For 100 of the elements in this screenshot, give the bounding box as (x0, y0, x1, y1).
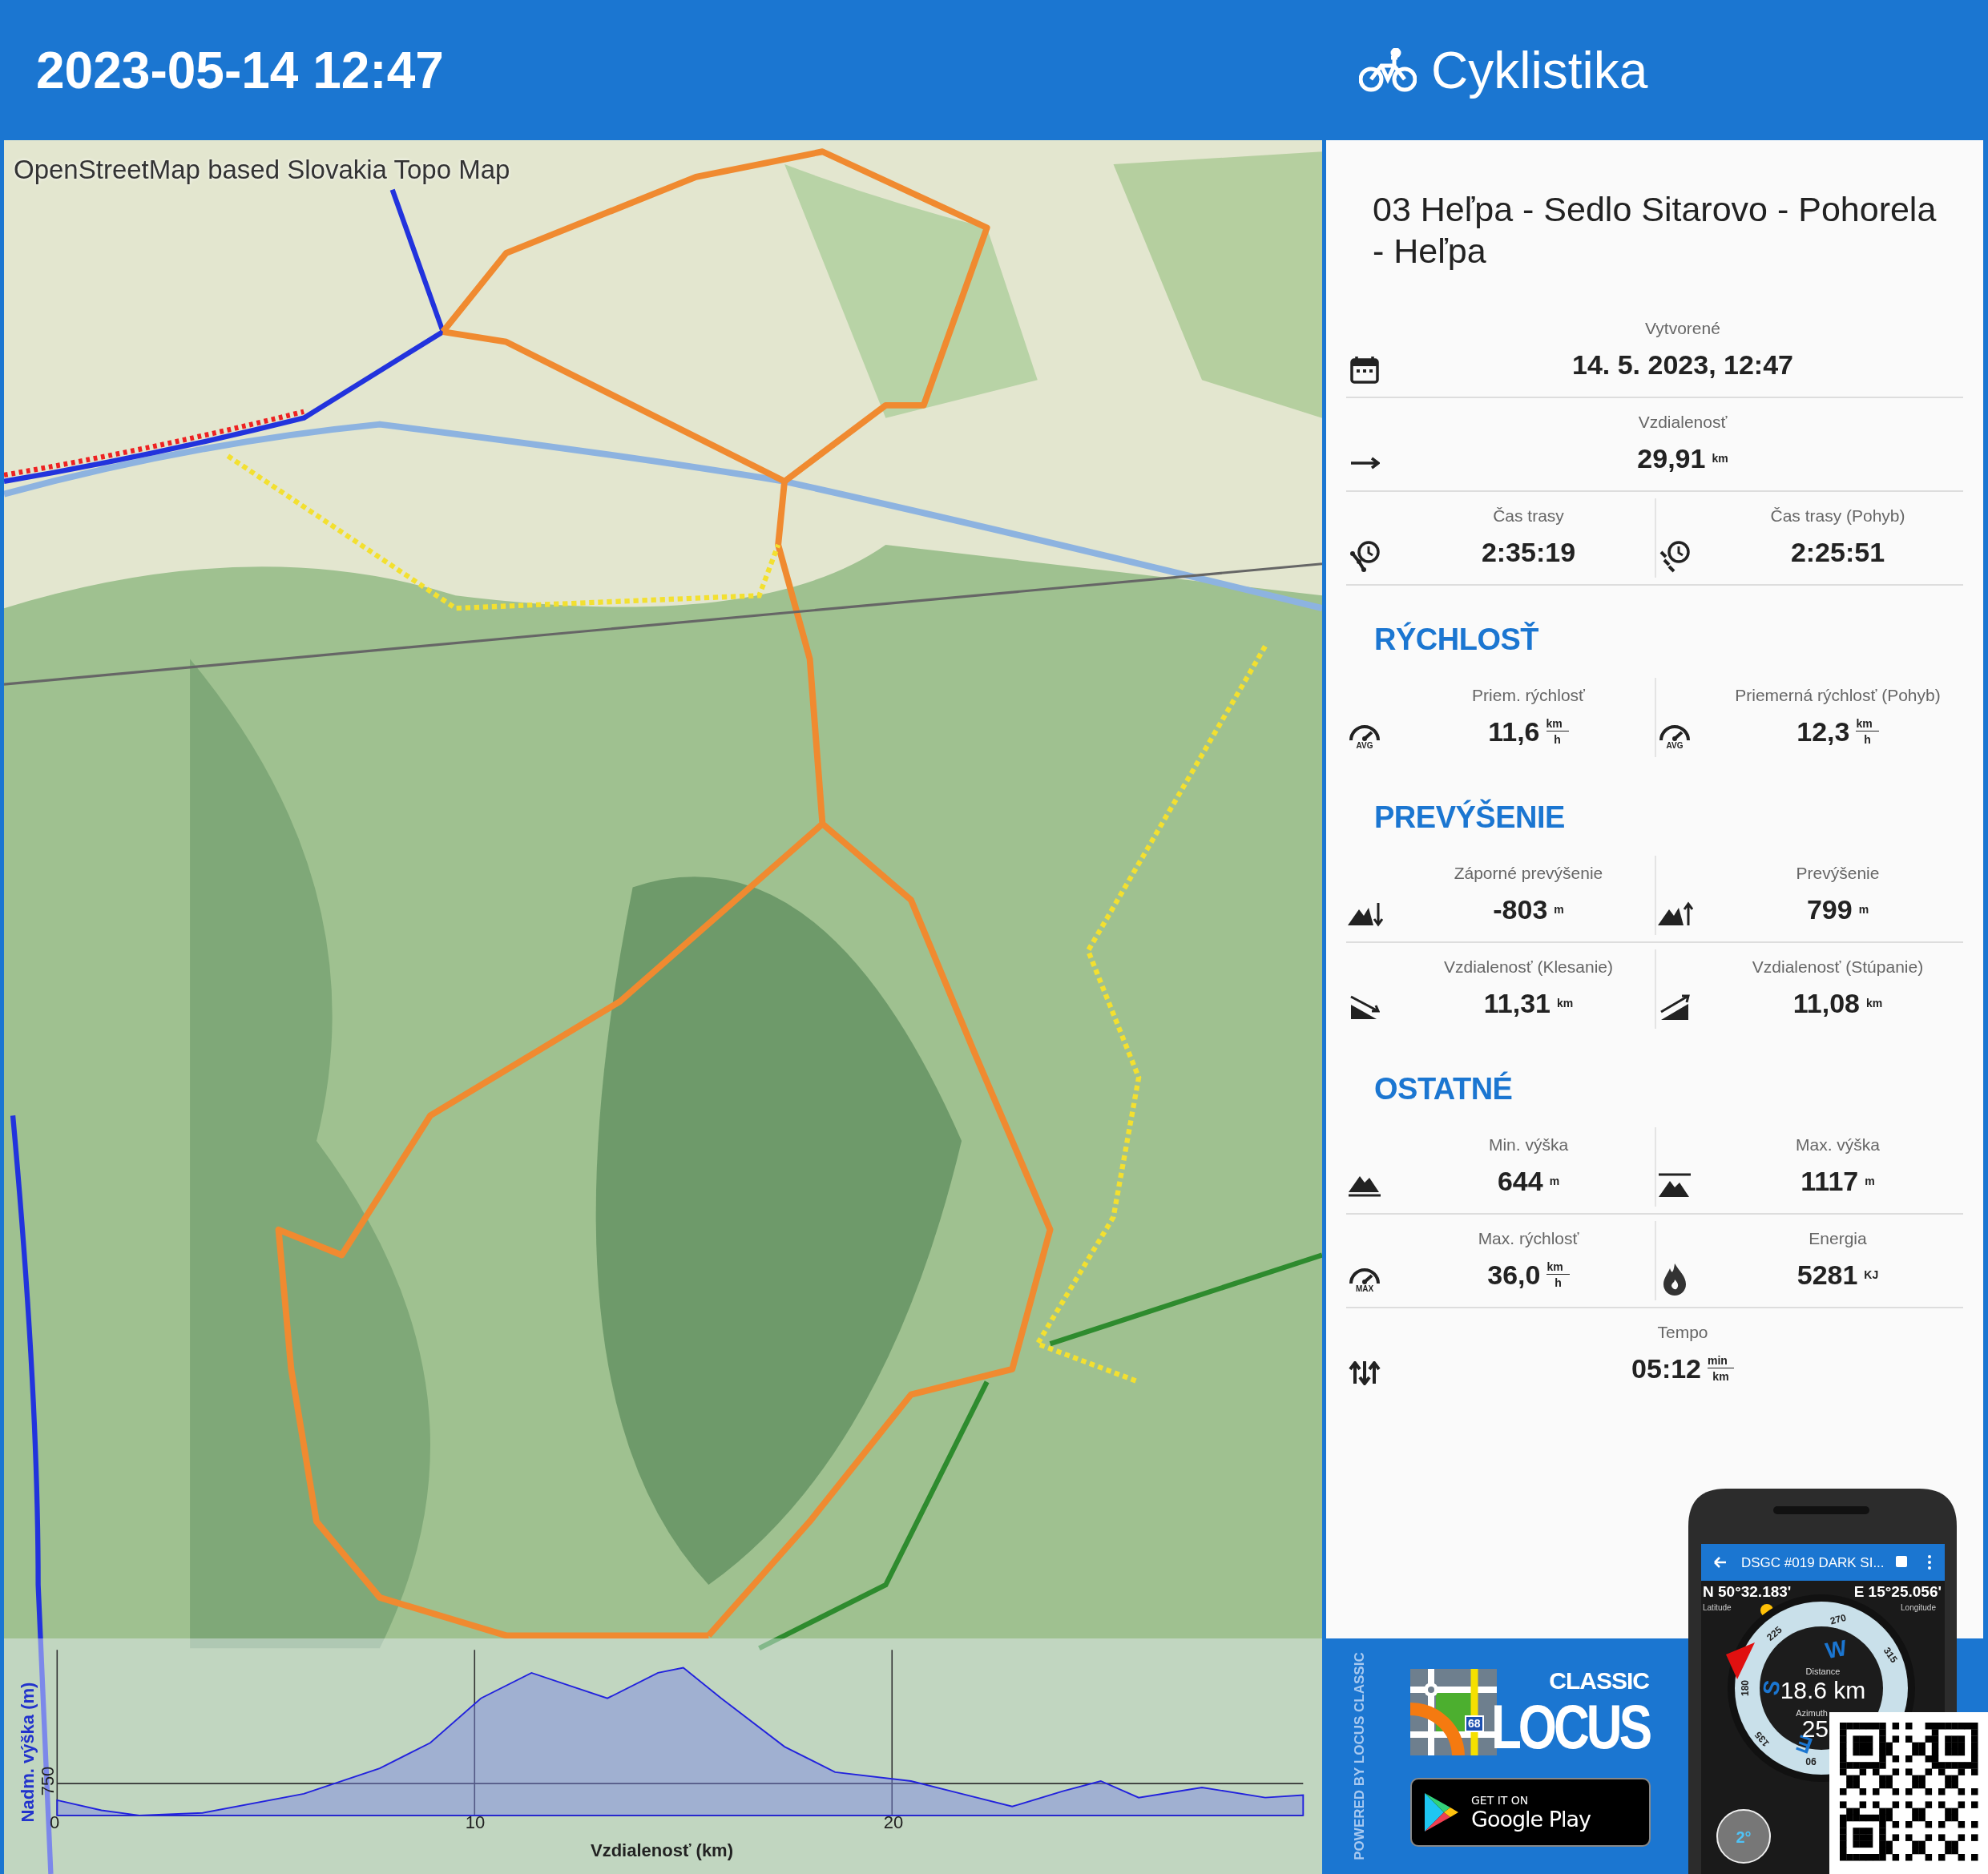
mountains-icon (1347, 1175, 1382, 1198)
stat-label: Priemerná rýchlosť (Pohyb) (1734, 684, 1942, 706)
header-datetime: 2023-05-14 12:47 (36, 40, 445, 100)
unit-numerator: km (1546, 1260, 1570, 1276)
powered-by-label: POWERED BY LOCUS CLASSIC (1352, 1652, 1368, 1860)
elevation-tick-label: 750 (38, 1766, 58, 1796)
stat-value: 12,3 (1796, 715, 1850, 748)
azimuth-label: Azimuth (1796, 1708, 1828, 1718)
track-title: 03 Heľpa - Sedlo Sitarovo - Pohorela - Heľpa (1372, 189, 1938, 272)
stat-label: Min. výška (1487, 1134, 1570, 1155)
stat-label: Záporné prevýšenie (1453, 862, 1604, 884)
activity-title: Cyklistika (1431, 40, 1648, 100)
compass-degree: 270 (1829, 1611, 1848, 1627)
stat-value: 2:35:19 (1481, 536, 1576, 568)
stat-label: Energia (1808, 1227, 1868, 1249)
stat-value: 11,6 (1488, 715, 1540, 748)
section-heading: OSTATNÉ (1373, 1070, 1514, 1107)
bicycle-icon (1359, 47, 1417, 93)
slope-down-icon (1349, 995, 1380, 1022)
latitude-label: Latitude (1703, 1603, 1732, 1612)
distance-tick-label: 10 (465, 1812, 486, 1833)
stat-unit: km (1557, 997, 1574, 1010)
stat-label: Priem. rýchlosť (1471, 684, 1586, 706)
calendar-icon (1350, 355, 1379, 385)
stat-value: 799 (1806, 893, 1853, 925)
compass-degree: 315 (1881, 1645, 1900, 1665)
stat-value: 05:12 (1631, 1352, 1702, 1384)
stat-value: 5281 (1796, 1259, 1858, 1291)
longitude-value: E 15°25.056' (1853, 1583, 1942, 1600)
unit-denominator: km (1712, 1370, 1729, 1384)
mountain-up-icon (1656, 901, 1693, 928)
flame-icon (1662, 1262, 1688, 1298)
unit-numerator: min (1708, 1354, 1734, 1369)
slope-up-icon (1659, 994, 1690, 1022)
stat-unit: km (1866, 997, 1883, 1010)
logo-wordmark: LOCUS (1491, 1696, 1649, 1759)
compass-degree: 180 (1740, 1680, 1751, 1696)
stat-label: Prevýšenie (1795, 862, 1881, 884)
stat-label: Čas trasy (1492, 505, 1565, 526)
back-icon[interactable] (1713, 1556, 1728, 1569)
section-heading: PREVÝŠENIE (1373, 798, 1566, 836)
stat-value: 29,91 (1637, 442, 1706, 474)
stat-value: 36,0 (1487, 1259, 1541, 1291)
stat-label: Vytvorené (1644, 317, 1721, 339)
clock-arrows-icon (1659, 541, 1690, 574)
more-icon[interactable] (1928, 1555, 1931, 1570)
compass-degree: 225 (1764, 1624, 1784, 1643)
play-store-icon (1423, 1791, 1460, 1833)
icon-caption: MAX (1355, 1284, 1374, 1293)
arrow-icon (1349, 457, 1380, 470)
distance-value: 18.6 km (1780, 1677, 1866, 1703)
clock-route-icon (1349, 541, 1381, 574)
stat-label: Vzdialenosť (1637, 411, 1728, 433)
stat-unit: m (1865, 1175, 1875, 1188)
unit-denominator: h (1554, 733, 1561, 747)
arrows-up-down-icon (1349, 1361, 1381, 1386)
stat-value: 11,31 (1483, 987, 1550, 1019)
section-heading: RÝCHLOSŤ (1373, 621, 1539, 658)
stat-value: 11,08 (1792, 987, 1860, 1019)
stat-unit: m (1549, 1175, 1560, 1188)
speedometer-icon (1349, 1266, 1380, 1285)
latitude-value: N 50°32.183' (1703, 1583, 1792, 1600)
compass-direction: W (1823, 1635, 1849, 1664)
stat-value: 1117 (1800, 1165, 1859, 1197)
stat-unit: m (1858, 903, 1869, 917)
stat-value: 14. 5. 2023, 12:47 (1572, 349, 1793, 381)
speedometer-icon (1349, 723, 1380, 742)
mountains-peak-icon (1657, 1173, 1692, 1199)
stat-label: Čas trasy (Pohyb) (1769, 505, 1906, 526)
google-play-button[interactable]: GET IT ON Google Play (1410, 1778, 1651, 1847)
mountain-down-icon (1346, 901, 1383, 928)
tilt-value: 2° (1736, 1828, 1752, 1846)
logo-subtitle: CLASSIC (1549, 1669, 1649, 1693)
unit-numerator: km (1856, 717, 1879, 732)
elevation-axis-label: Nadm. výška (m) (18, 1682, 38, 1823)
stat-label: Vzdialenosť (Stúpanie) (1751, 956, 1925, 977)
icon-caption: AVG (1666, 741, 1684, 750)
tilt-indicator (1716, 1809, 1771, 1864)
stat-label: Max. výška (1795, 1134, 1881, 1155)
stat-label: Max. rýchlosť (1477, 1227, 1580, 1249)
distance-tick-label: 0 (49, 1812, 60, 1833)
unit-denominator: h (1864, 733, 1871, 747)
stat-value: -803 (1493, 893, 1548, 925)
compass-degree: 90 (1805, 1755, 1817, 1767)
compass-degree: 135 (1752, 1729, 1772, 1749)
stat-label: Tempo (1656, 1321, 1709, 1343)
stat-unit: KJ (1864, 1268, 1879, 1282)
stat-label: Vzdialenosť (Klesanie) (1443, 956, 1614, 977)
logo-badge: 68 (1465, 1715, 1484, 1732)
stat-unit: m (1554, 903, 1564, 917)
longitude-label: Longitude (1901, 1603, 1936, 1612)
icon-caption: AVG (1356, 741, 1373, 750)
stat-value: 2:25:51 (1790, 536, 1885, 568)
map-attribution: OpenStreetMap based Slovakia Topo Map (14, 155, 510, 185)
app-title: DSGC #019 DARK SI... (1741, 1555, 1885, 1570)
unit-numerator: km (1546, 717, 1569, 732)
distance-axis-label: Vzdialenosť (km) (591, 1840, 733, 1861)
stat-value: 644 (1497, 1165, 1543, 1197)
stat-unit: km (1712, 452, 1728, 465)
distance-label: Distance (1805, 1666, 1841, 1676)
